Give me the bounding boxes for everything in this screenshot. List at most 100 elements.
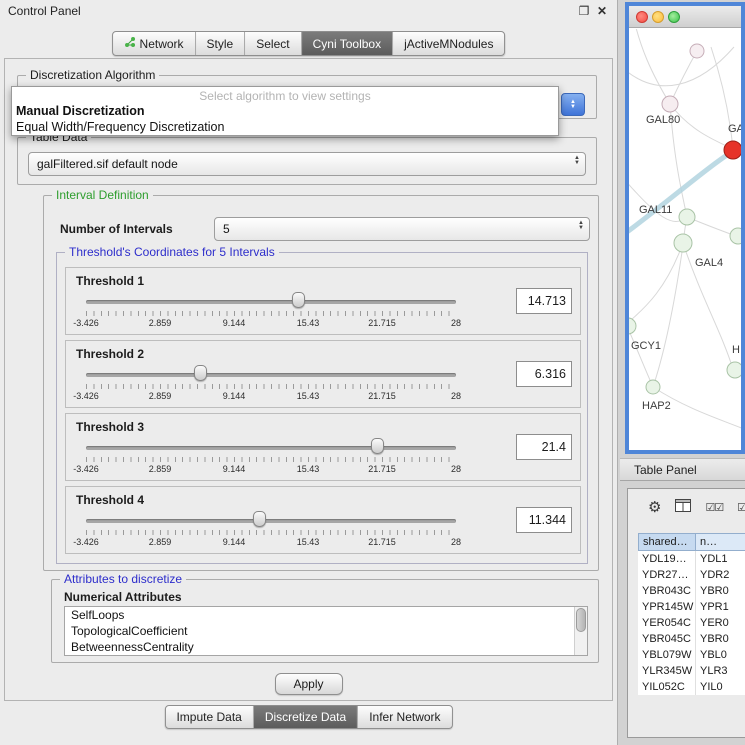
node-label: HAP2 (642, 400, 671, 412)
network-node[interactable] (730, 228, 741, 244)
cell[interactable]: YDL19… (638, 551, 696, 567)
dropdown-option-equal-width[interactable]: Equal Width/Frequency Discretization (12, 119, 558, 135)
scrollbar-thumb[interactable] (576, 608, 586, 632)
list-item[interactable]: SelfLoops (65, 607, 587, 623)
network-window-titlebar (629, 6, 741, 28)
slider-thumb[interactable] (194, 365, 207, 381)
tab-style[interactable]: Style (195, 32, 245, 55)
threshold-4-value-input[interactable]: 11.344 (516, 507, 572, 533)
cell[interactable]: YBR0 (696, 631, 745, 647)
network-node[interactable] (662, 96, 678, 112)
table-row[interactable]: YLR345WYLR3 (638, 663, 745, 679)
cell[interactable]: YIL0 (696, 679, 745, 695)
dropdown-option-manual[interactable]: Manual Discretization (12, 103, 558, 119)
tab-impute-data[interactable]: Impute Data (165, 706, 252, 728)
network-node[interactable] (727, 362, 741, 378)
network-node[interactable] (646, 380, 660, 394)
cell[interactable]: YER0 (696, 615, 745, 631)
table-row[interactable]: YBR045CYBR0 (638, 631, 745, 647)
network-node[interactable] (629, 318, 636, 334)
threshold-2-value-input[interactable]: 6.316 (516, 361, 572, 387)
network-node[interactable] (674, 234, 692, 252)
cell[interactable]: YPR1 (696, 599, 745, 615)
selected-network-node[interactable] (724, 141, 741, 159)
threshold-3-value-input[interactable]: 21.4 (516, 434, 572, 460)
column-header-name[interactable]: n… (696, 533, 745, 551)
number-of-intervals-combobox[interactable]: 5 ▲▼ (214, 217, 590, 241)
table-data-combobox[interactable]: galFiltered.sif default node ▲▼ (28, 152, 586, 176)
slider-thumb[interactable] (371, 438, 384, 454)
tick-label: 2.859 (149, 391, 172, 401)
threshold-2-slider[interactable]: -3.426 2.859 9.144 15.43 21.715 28 (86, 359, 456, 405)
slider-track[interactable] (86, 446, 456, 450)
table-row[interactable]: YDR27…YDR2 (638, 567, 745, 583)
list-scrollbar[interactable] (574, 607, 587, 655)
cell[interactable]: YPR145W (638, 599, 696, 615)
slider-thumb[interactable] (253, 511, 266, 527)
slider-ticks (86, 384, 456, 389)
tab-discretize-data[interactable]: Discretize Data (253, 706, 357, 728)
threshold-1-value-input[interactable]: 14.713 (516, 288, 572, 314)
table-panel-window: ⚙ ☑☑ ☑ shared… n… YDL19…YDL1 YDR27…YDR2 … (627, 488, 745, 738)
table-row[interactable]: YER054CYER0 (638, 615, 745, 631)
table-data-group: Table Data galFiltered.sif default node … (17, 137, 597, 185)
tab-jactivemnodules[interactable]: jActiveMNodules (392, 32, 504, 55)
table-row[interactable]: YDL19…YDL1 (638, 551, 745, 567)
list-item[interactable]: TopologicalCoefficient (65, 623, 587, 639)
apply-button[interactable]: Apply (275, 673, 343, 695)
threshold-4-slider[interactable]: -3.426 2.859 9.144 15.43 21.715 28 (86, 505, 456, 551)
slider-track[interactable] (86, 373, 456, 377)
threshold-3-slider[interactable]: -3.426 2.859 9.144 15.43 21.715 28 (86, 432, 456, 478)
cell[interactable]: YBR0 (696, 583, 745, 599)
cell[interactable]: YLR3 (696, 663, 745, 679)
slider-tick-labels: -3.426 2.859 9.144 15.43 21.715 28 (86, 391, 456, 402)
tab-infer-network[interactable]: Infer Network (357, 706, 451, 728)
list-item[interactable]: BetweennessCentrality (65, 639, 587, 655)
slider-thumb[interactable] (292, 292, 305, 308)
algorithm-dropdown-popup: Select algorithm to view settings Manual… (11, 86, 559, 136)
tick-label: 28 (451, 537, 461, 547)
close-window-icon[interactable]: ✕ (595, 4, 609, 18)
table-row[interactable]: YBR043CYBR0 (638, 583, 745, 599)
network-canvas[interactable]: GAL80 GAL GAL11 GAL4 GCY1 HAP2 H (629, 29, 741, 450)
float-window-icon[interactable]: ❐ (577, 4, 591, 18)
cell[interactable]: YER054C (638, 615, 696, 631)
slider-tick-labels: -3.426 2.859 9.144 15.43 21.715 28 (86, 537, 456, 548)
slider-track[interactable] (86, 519, 456, 523)
tab-network[interactable]: Network (113, 32, 195, 55)
tab-infer-network-label: Infer Network (369, 710, 440, 724)
cell[interactable]: YBR045C (638, 631, 696, 647)
cell[interactable]: YDR27… (638, 567, 696, 583)
slider-track[interactable] (86, 300, 456, 304)
table-row[interactable]: YIL052CYIL0 (638, 679, 745, 695)
network-node[interactable] (690, 44, 704, 58)
network-node[interactable] (679, 209, 695, 225)
filter-checkbox-icon[interactable]: ☑ (737, 501, 745, 514)
cell[interactable]: YLR345W (638, 663, 696, 679)
cell[interactable]: YIL052C (638, 679, 696, 695)
tab-select[interactable]: Select (244, 32, 300, 55)
columns-icon[interactable] (675, 499, 691, 515)
tick-label: -3.426 (73, 464, 99, 474)
tick-label: 21.715 (368, 537, 396, 547)
gear-icon[interactable]: ⚙ (648, 500, 661, 515)
threshold-1-slider[interactable]: -3.426 2.859 9.144 15.43 21.715 28 (86, 286, 456, 332)
algorithm-combobox-button[interactable]: ▲▼ (561, 93, 585, 116)
tab-cyni-toolbox[interactable]: Cyni Toolbox (301, 32, 392, 55)
minimize-traffic-light-icon[interactable] (652, 11, 664, 23)
cell[interactable]: YBL079W (638, 647, 696, 663)
tick-label: -3.426 (73, 391, 99, 401)
tab-style-label: Style (207, 37, 234, 51)
zoom-traffic-light-icon[interactable] (668, 11, 680, 23)
cell[interactable]: YBL0 (696, 647, 745, 663)
cell[interactable]: YBR043C (638, 583, 696, 599)
cell[interactable]: YDR2 (696, 567, 745, 583)
close-traffic-light-icon[interactable] (636, 11, 648, 23)
column-header-shared-name[interactable]: shared… (638, 533, 696, 551)
table-row[interactable]: YBL079WYBL0 (638, 647, 745, 663)
tick-label: 9.144 (223, 318, 246, 328)
table-row[interactable]: YPR145WYPR1 (638, 599, 745, 615)
select-checkboxes-icon[interactable]: ☑☑ (705, 501, 723, 514)
cell[interactable]: YDL1 (696, 551, 745, 567)
node-label: GCY1 (631, 340, 661, 352)
